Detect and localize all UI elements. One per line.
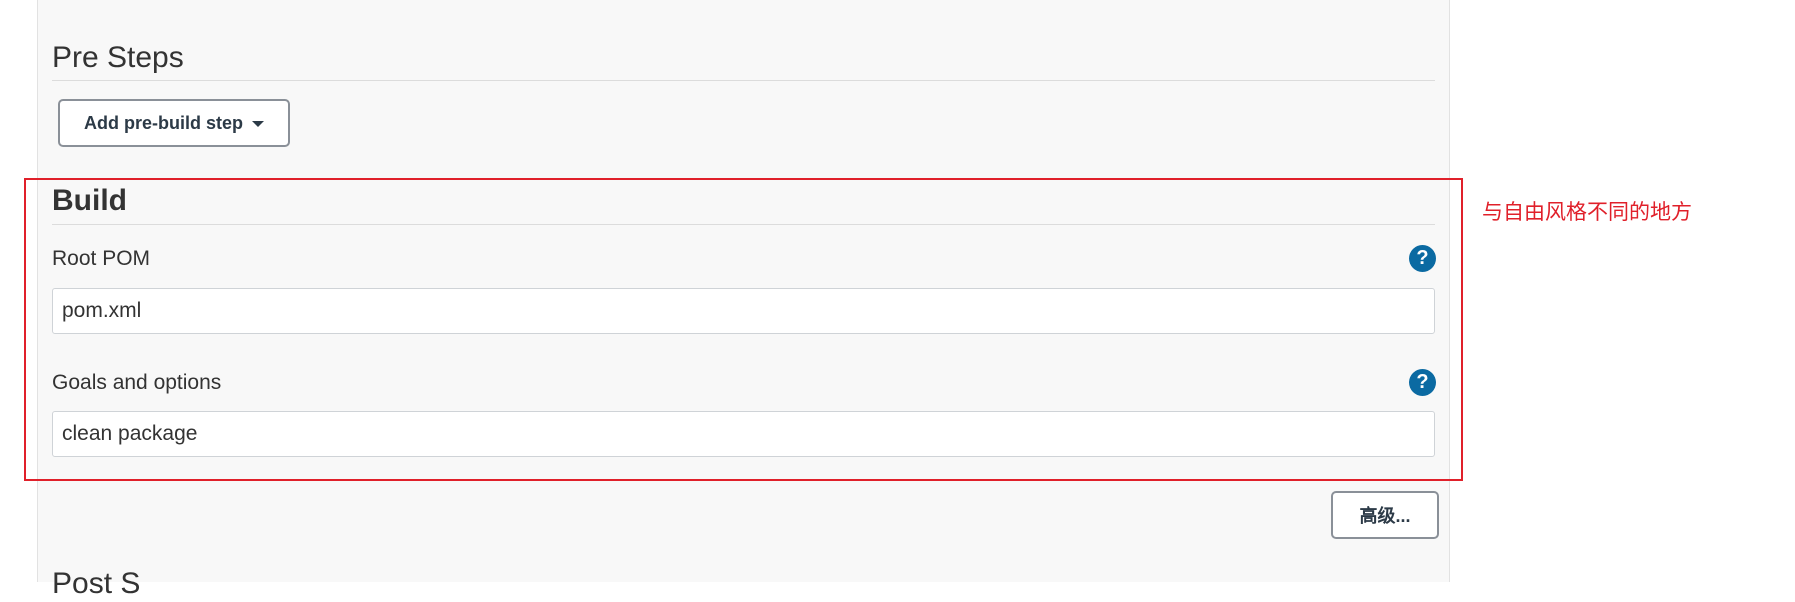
- root-pom-input[interactable]: [52, 288, 1435, 334]
- pre-steps-divider: [52, 80, 1435, 81]
- goals-options-input[interactable]: [52, 411, 1435, 457]
- add-pre-build-step-label: Add pre-build step: [84, 112, 243, 133]
- pre-steps-title: Pre Steps: [52, 41, 184, 74]
- build-divider: [52, 224, 1435, 225]
- help-icon[interactable]: ?: [1409, 245, 1436, 272]
- annotation-text: 与自由风格不同的地方: [1482, 201, 1692, 224]
- advanced-button-label: 高级...: [1359, 506, 1411, 526]
- goals-options-label: Goals and options: [52, 371, 222, 394]
- caret-down-icon: [252, 121, 264, 127]
- build-title: Build: [52, 184, 127, 217]
- root-pom-label: Root POM: [52, 247, 151, 270]
- help-icon[interactable]: ?: [1409, 369, 1436, 396]
- post-steps-title: Post S: [52, 567, 141, 600]
- add-pre-build-step-button[interactable]: Add pre-build step: [58, 99, 290, 147]
- advanced-button[interactable]: 高级...: [1331, 491, 1439, 539]
